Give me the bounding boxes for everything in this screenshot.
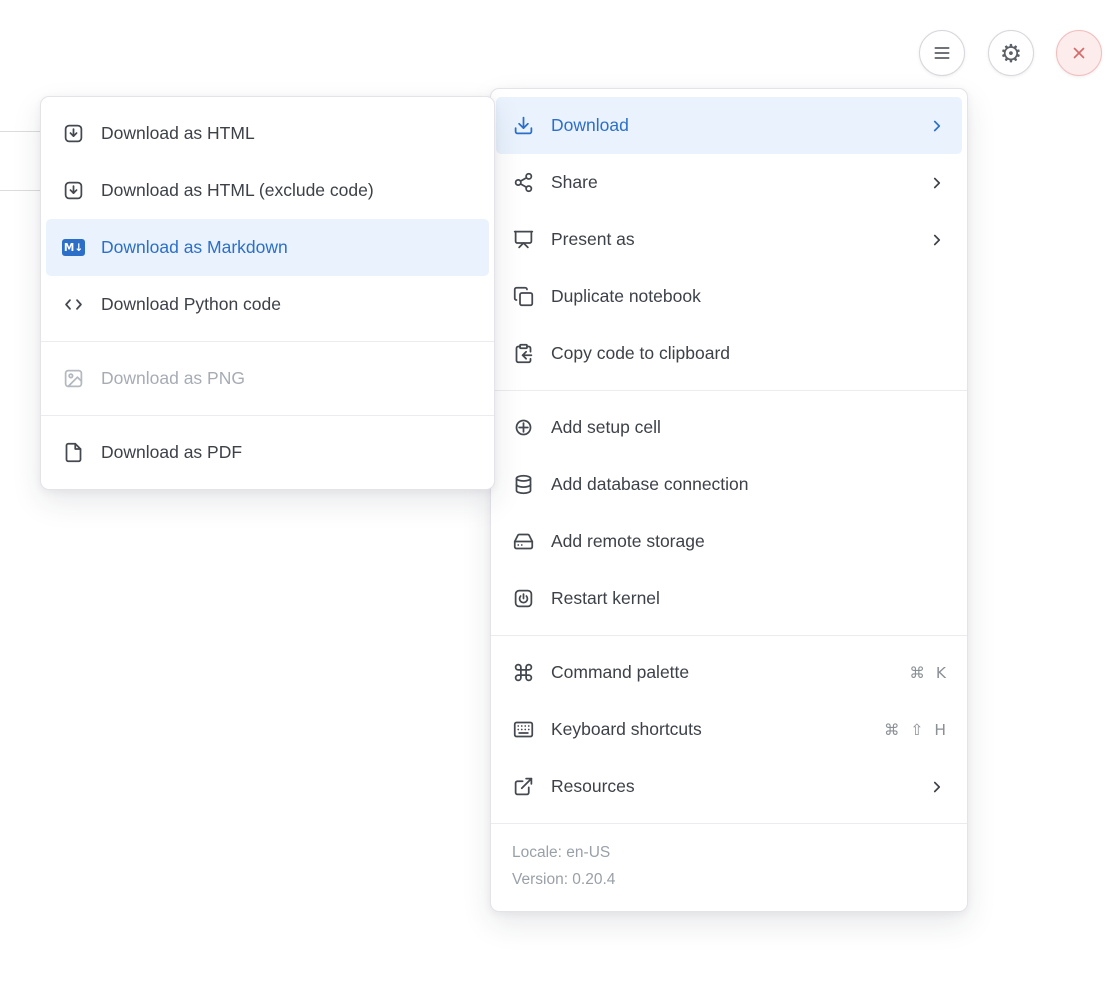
shortcut-keyboard-shortcuts: ⌘ ⇧ H	[884, 721, 946, 739]
file-icon	[62, 442, 85, 463]
submenu-group-pdf: Download as PDF	[41, 415, 494, 489]
menu-group-notebook: Download Share Present	[491, 89, 967, 390]
notebook-actions-menu: Download Share Present	[490, 88, 968, 912]
menu-item-download[interactable]: Download	[496, 97, 962, 154]
submenu-group-formats: Download as HTML Download as HTML (exclu…	[41, 97, 494, 341]
settings-button[interactable]: ⚙	[988, 30, 1034, 76]
markdown-icon: M↓	[62, 239, 85, 256]
close-button[interactable]	[1056, 30, 1102, 76]
share-icon	[512, 172, 535, 193]
menu-item-label: Copy code to clipboard	[551, 343, 946, 364]
gear-icon: ⚙	[1000, 41, 1022, 66]
shortcut-command-palette: ⌘ K	[909, 664, 946, 682]
menu-footer: Locale: en-US Version: 0.20.4	[491, 823, 967, 911]
close-icon	[1070, 44, 1088, 62]
menu-item-download-pdf[interactable]: Download as PDF	[41, 424, 494, 481]
menu-item-label: Download	[551, 115, 912, 136]
menu-item-label: Download as PNG	[101, 368, 473, 389]
menu-item-label: Add database connection	[551, 474, 946, 495]
menu-item-copy-code[interactable]: Copy code to clipboard	[491, 325, 967, 382]
menu-item-duplicate-notebook[interactable]: Duplicate notebook	[491, 268, 967, 325]
menu-item-keyboard-shortcuts[interactable]: Keyboard shortcuts ⌘ ⇧ H	[491, 701, 967, 758]
menu-item-share[interactable]: Share	[491, 154, 967, 211]
circle-plus-icon	[512, 417, 535, 438]
menu-item-label: Duplicate notebook	[551, 286, 946, 307]
background-cell-fragment	[0, 131, 42, 191]
menu-item-label: Keyboard shortcuts	[551, 719, 868, 740]
menu-item-label: Download Python code	[101, 294, 473, 315]
command-icon	[512, 662, 535, 683]
download-icon	[512, 115, 535, 136]
menu-group-help: Command palette ⌘ K Keyboard shortcuts ⌘…	[491, 635, 967, 823]
menu-item-command-palette[interactable]: Command palette ⌘ K	[491, 644, 967, 701]
menu-item-label: Download as HTML (exclude code)	[101, 180, 473, 201]
submenu-group-png: Download as PNG	[41, 341, 494, 415]
menu-item-download-html-exclude-code[interactable]: Download as HTML (exclude code)	[41, 162, 494, 219]
menu-item-download-png: Download as PNG	[41, 350, 494, 407]
clipboard-copy-icon	[512, 343, 535, 364]
menu-item-label: Resources	[551, 776, 912, 797]
menu-item-label: Restart kernel	[551, 588, 946, 609]
menu-item-add-remote-storage[interactable]: Add remote storage	[491, 513, 967, 570]
menu-item-label: Present as	[551, 229, 912, 250]
menu-item-restart-kernel[interactable]: Restart kernel	[491, 570, 967, 627]
menu-item-label: Download as PDF	[101, 442, 473, 463]
chevron-right-icon	[928, 117, 946, 135]
menu-item-present-as[interactable]: Present as	[491, 211, 967, 268]
download-box-icon	[62, 180, 85, 201]
database-icon	[512, 474, 535, 495]
menu-item-label: Download as Markdown	[101, 237, 473, 258]
chevron-right-icon	[928, 778, 946, 796]
menu-item-label: Add setup cell	[551, 417, 946, 438]
version-text: Version: 0.20.4	[512, 869, 946, 891]
presentation-icon	[512, 229, 535, 250]
menu-item-label: Add remote storage	[551, 531, 946, 552]
menu-group-kernel: Add setup cell Add database connection A…	[491, 390, 967, 635]
chevron-right-icon	[928, 174, 946, 192]
menu-item-download-python[interactable]: Download Python code	[41, 276, 494, 333]
keyboard-icon	[512, 719, 535, 740]
menu-button[interactable]	[919, 30, 965, 76]
menu-item-label: Command palette	[551, 662, 893, 683]
image-icon	[62, 368, 85, 389]
menu-item-add-database-connection[interactable]: Add database connection	[491, 456, 967, 513]
menu-item-add-setup-cell[interactable]: Add setup cell	[491, 399, 967, 456]
hamburger-icon	[932, 43, 952, 63]
menu-item-download-html[interactable]: Download as HTML	[41, 105, 494, 162]
external-link-icon	[512, 776, 535, 797]
copy-icon	[512, 286, 535, 307]
menu-item-resources[interactable]: Resources	[491, 758, 967, 815]
menu-item-label: Share	[551, 172, 912, 193]
hard-drive-icon	[512, 531, 535, 552]
chevron-right-icon	[928, 231, 946, 249]
code-icon	[62, 294, 85, 315]
power-icon	[512, 588, 535, 609]
menu-item-label: Download as HTML	[101, 123, 473, 144]
download-submenu: Download as HTML Download as HTML (exclu…	[40, 96, 495, 490]
markdown-badge: M↓	[62, 239, 85, 256]
locale-text: Locale: en-US	[512, 842, 946, 864]
menu-item-download-markdown[interactable]: M↓ Download as Markdown	[46, 219, 489, 276]
download-box-icon	[62, 123, 85, 144]
